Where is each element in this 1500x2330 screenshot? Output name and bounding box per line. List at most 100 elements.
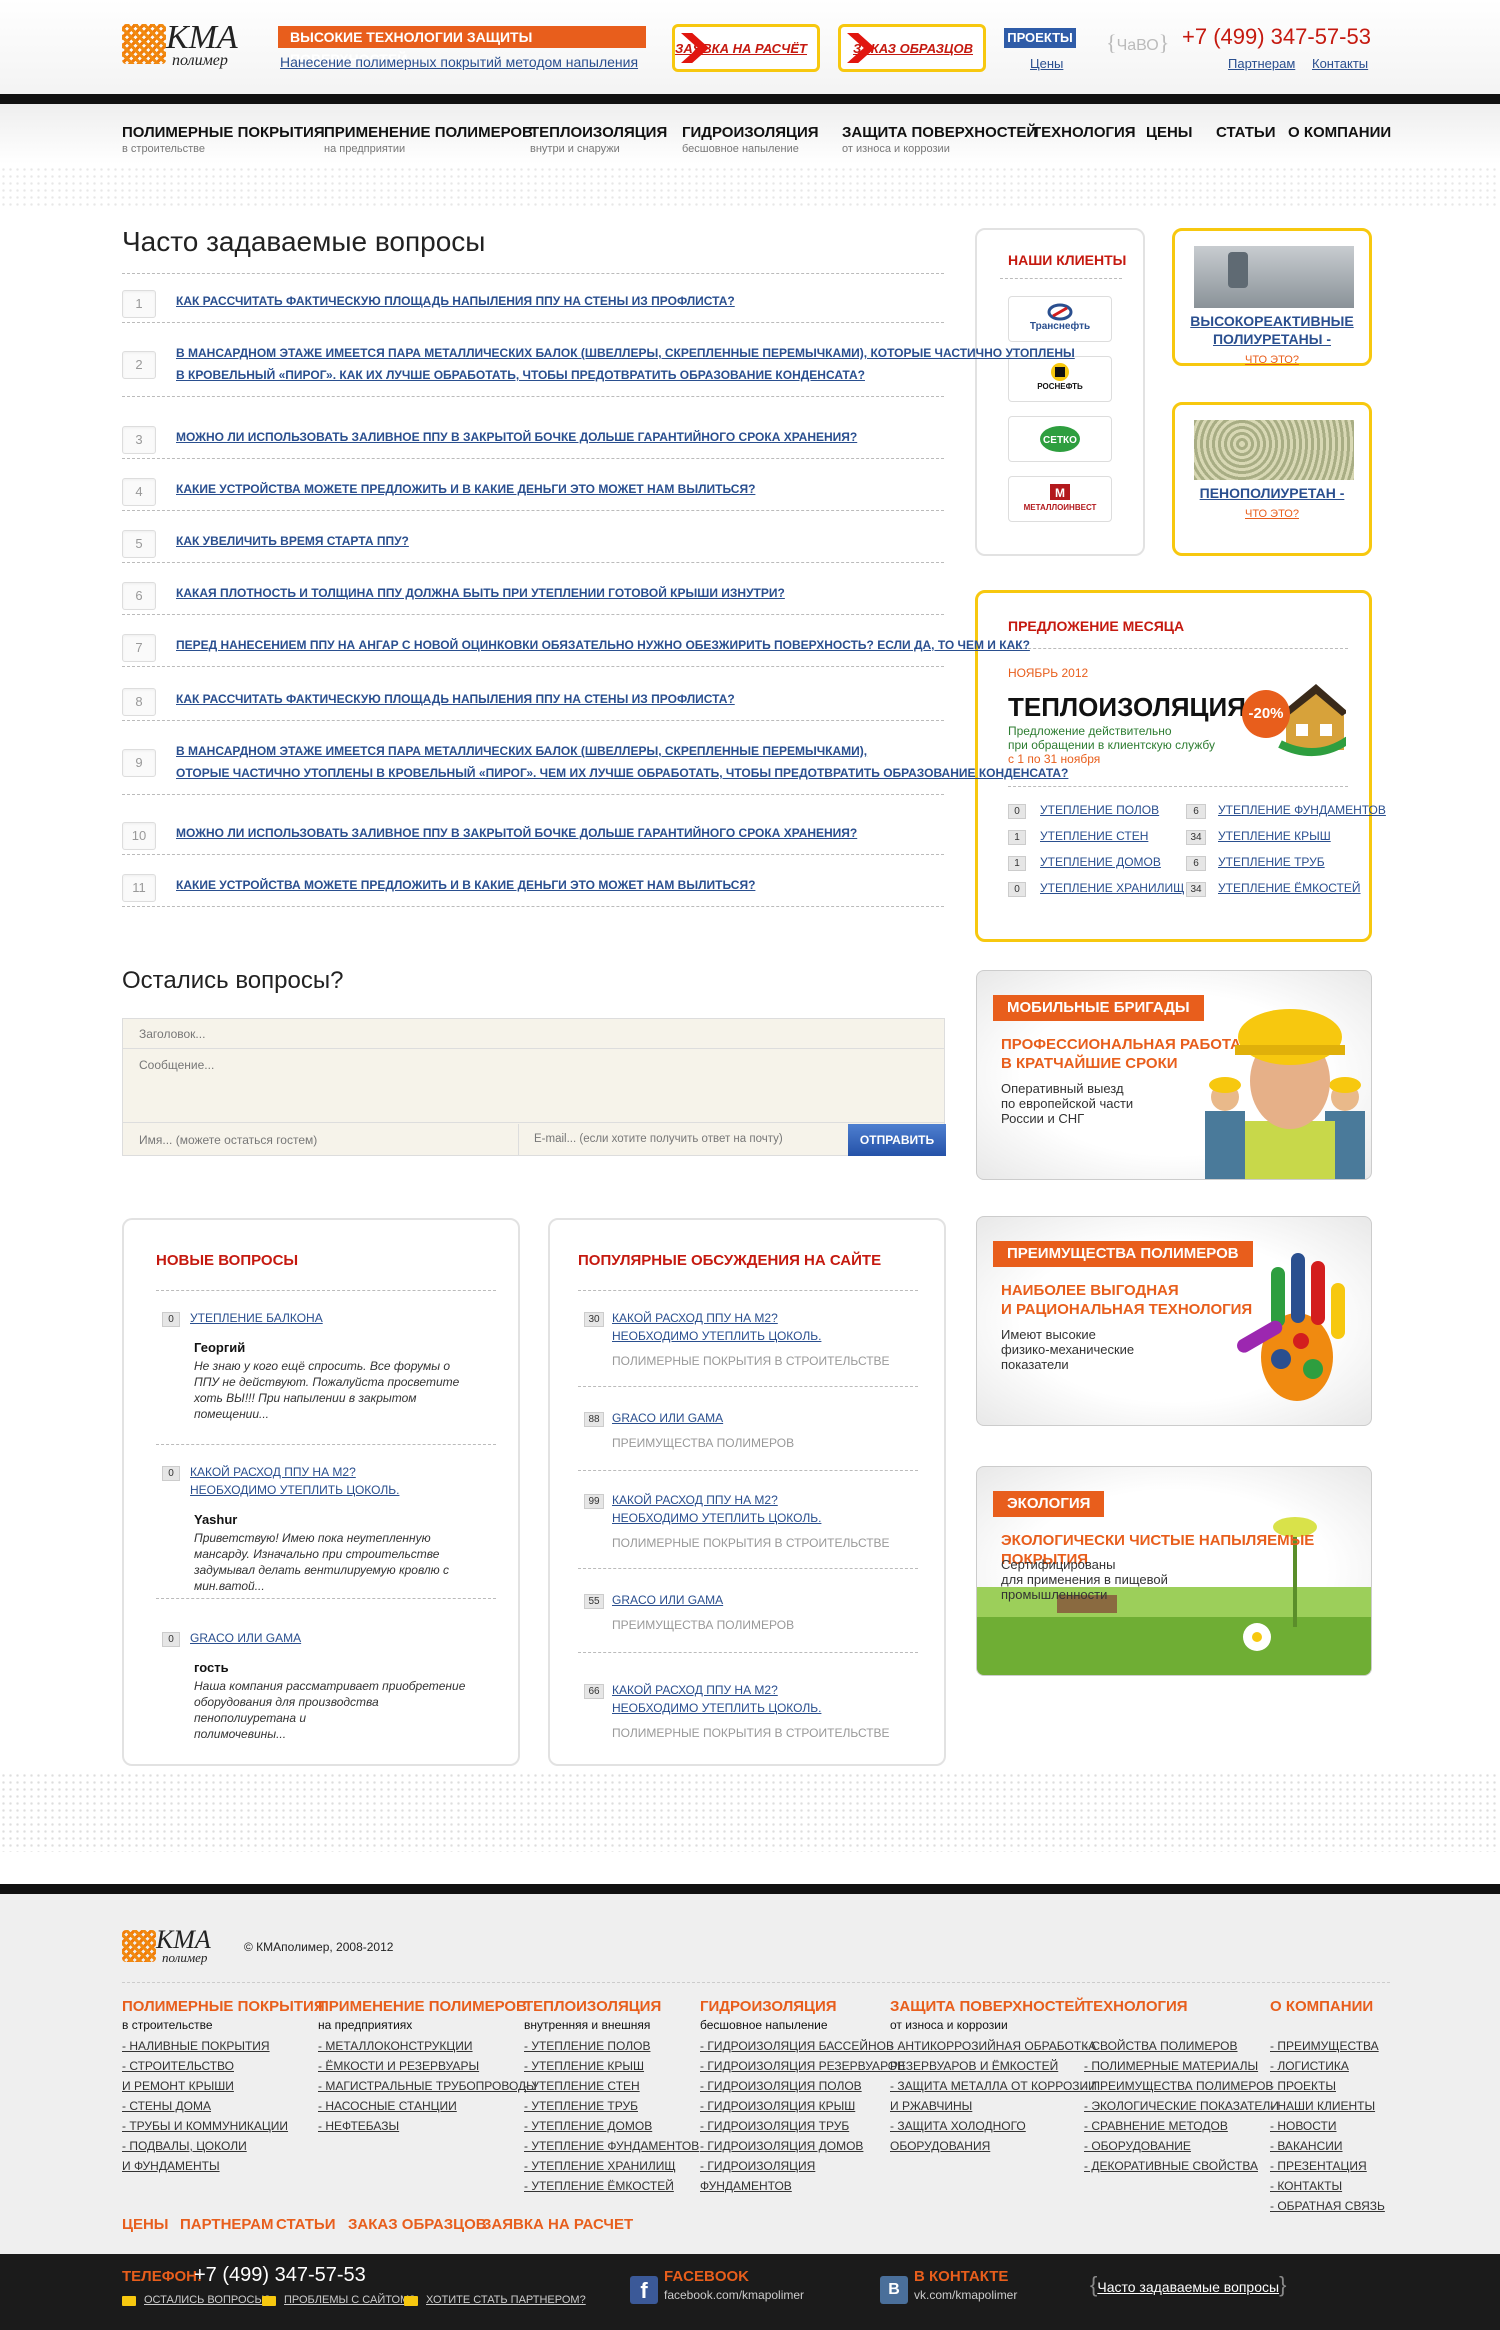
footer-link[interactable]: - ГИДРОИЗОЛЯЦИЯ [700, 2156, 815, 2176]
product-title-polyurethanes[interactable]: ВЫСОКОРЕАКТИВНЫЕ ПОЛИУРЕТАНЫ - [1180, 312, 1364, 348]
discussion-link-line2[interactable]: НЕОБХОДИМО УТЕПЛИТЬ ЦОКОЛЬ. [612, 1510, 821, 1527]
footer-link[interactable]: - ТРУБЫ И КОММУНИКАЦИИ [122, 2116, 288, 2136]
nav-item-waterproofing[interactable]: ГИДРОИЗОЛЯЦИЯ бесшовное напыление [682, 124, 819, 155]
faq-link[interactable]: {ЧаВО} [1106, 30, 1169, 56]
footer-link[interactable]: - ЗАЩИТА ХОЛОДНОГО [890, 2116, 1026, 2136]
offer-link[interactable]: УТЕПЛЕНИЕ СТЕН [1040, 828, 1148, 845]
footer-link[interactable]: - ГИДРОИЗОЛЯЦИЯ ТРУБ [700, 2116, 849, 2136]
footer-mail-link[interactable]: ОСТАЛИСЬ ВОПРОСЫ? [144, 2294, 270, 2306]
discussion-category[interactable]: ПОЛИМЕРНЫЕ ПОКРЫТИЯ В СТРОИТЕЛЬСТВЕ [612, 1536, 890, 1550]
footer-link[interactable]: - АНТИКОРРОЗИЙНАЯ ОБРАБОТКА [890, 2036, 1096, 2056]
footer-link[interactable]: - НАЛИВНЫЕ ПОКРЫТИЯ [122, 2036, 270, 2056]
slogan-link[interactable]: Нанесение полимерных покрытий методом на… [280, 54, 638, 70]
vk-icon[interactable]: В [880, 2276, 908, 2304]
footer-bottom-link[interactable]: ЦЕНЫ [122, 2216, 168, 2233]
footer-link[interactable]: - МАГИСТРАЛЬНЫЕ ТРУБОПРОВОДЫ [318, 2076, 537, 2096]
faq-question-link[interactable]: МОЖНО ЛИ ИСПОЛЬЗОВАТЬ ЗАЛИВНОЕ ППУ В ЗАК… [176, 426, 857, 449]
discussion-link[interactable]: КАКОЙ РАСХОД ППУ НА М2? [612, 1492, 778, 1509]
footer-link[interactable]: - УТЕПЛЕНИЕ ЁМКОСТЕЙ [524, 2176, 674, 2196]
footer-link[interactable]: - СВОЙСТВА ПОЛИМЕРОВ [1084, 2036, 1238, 2056]
samples-button[interactable]: ЗАКАЗ ОБРАЗЦОВ [838, 24, 986, 72]
footer-column-heading[interactable]: О КОМПАНИИ [1270, 1998, 1373, 2015]
offer-link[interactable]: УТЕПЛЕНИЕ ХРАНИЛИЩ [1040, 880, 1184, 897]
facebook-url[interactable]: facebook.com/kmapolimer [664, 2288, 804, 2302]
footer-mail-link[interactable]: ПРОБЛЕМЫ С САЙТОМ? [284, 2294, 415, 2306]
promo-polymer-advantages[interactable]: ПРЕИМУЩЕСТВА ПОЛИМЕРОВ НАИБОЛЕЕ ВЫГОДНАЯ… [976, 1216, 1372, 1426]
nav-item-coatings[interactable]: ПОЛИМЕРНЫЕ ПОКРЫТИЯ в строительстве [122, 124, 325, 155]
footer-bottom-link[interactable]: СТАТЬИ [276, 2216, 336, 2233]
footer-column-heading[interactable]: ПРИМЕНЕНИЕ ПОЛИМЕРОВ [318, 1998, 527, 2015]
footer-link[interactable]: - УТЕПЛЕНИЕ КРЫШ [524, 2056, 644, 2076]
nav-item-company[interactable]: О КОМПАНИИ [1288, 124, 1391, 141]
footer-link[interactable]: - ОБРАТНАЯ СВЯЗЬ [1270, 2196, 1385, 2216]
footer-link[interactable]: - СТЕНЫ ДОМА [122, 2096, 211, 2116]
footer-link[interactable]: - ЭКОЛОГИЧЕСКИЕ ПОКАЗАТЕЛИ [1084, 2096, 1279, 2116]
question-link[interactable]: УТЕПЛЕНИЕ БАЛКОНА [190, 1310, 323, 1327]
nav-item-polymers[interactable]: ПРИМЕНЕНИЕ ПОЛИМЕРОВ на предприятии [324, 124, 533, 155]
footer-link[interactable]: - УТЕПЛЕНИЕ ТРУБ [524, 2096, 638, 2116]
discussion-category[interactable]: ПОЛИМЕРНЫЕ ПОКРЫТИЯ В СТРОИТЕЛЬСТВЕ [612, 1726, 890, 1740]
footer-link[interactable]: - ОБОРУДОВАНИЕ [1084, 2136, 1191, 2156]
question-link-line2[interactable]: НЕОБХОДИМО УТЕПЛИТЬ ЦОКОЛЬ. [190, 1482, 399, 1499]
footer-link[interactable]: - МЕТАЛЛОКОНСТРУКЦИИ [318, 2036, 473, 2056]
name-field[interactable]: Имя... (можете остаться гостем) [123, 1124, 519, 1156]
subject-field[interactable]: Заголовок... [123, 1019, 944, 1049]
faq-question-link[interactable]: КАКИЕ УСТРОЙСТВА МОЖЕТЕ ПРЕДЛОЖИТЬ И В К… [176, 874, 755, 897]
footer-link[interactable]: - ГИДРОИЗОЛЯЦИЯ ПОЛОВ [700, 2076, 862, 2096]
footer-link[interactable]: - ЁМКОСТИ И РЕЗЕРВУАРЫ [318, 2056, 479, 2076]
footer-link[interactable]: - УТЕПЛЕНИЕ СТЕН [524, 2076, 640, 2096]
footer-link[interactable]: - НОВОСТИ [1270, 2116, 1337, 2136]
footer-link[interactable]: - СРАВНЕНИЕ МЕТОДОВ [1084, 2116, 1228, 2136]
footer-link[interactable]: - ПРЕИМУЩЕСТВА ПОЛИМЕРОВ [1084, 2076, 1273, 2096]
discussion-link[interactable]: GRACO ИЛИ GAMA [612, 1410, 723, 1427]
partners-link[interactable]: Партнерам [1228, 56, 1295, 71]
vk-url[interactable]: vk.com/kmapolimer [914, 2288, 1017, 2302]
faq-question-link[interactable]: КАКИЕ УСТРОЙСТВА МОЖЕТЕ ПРЕДЛОЖИТЬ И В К… [176, 478, 755, 501]
discussion-link-line2[interactable]: НЕОБХОДИМО УТЕПЛИТЬ ЦОКОЛЬ. [612, 1328, 821, 1345]
footer-column-heading[interactable]: ЗАЩИТА ПОВЕРХНОСТЕЙ [890, 1998, 1085, 2015]
faq-question-link-line2[interactable]: ОТОРЫЕ ЧАСТИЧНО УТОПЛЕНЫ В КРОВЕЛЬНЫЙ «П… [176, 762, 1068, 785]
faq-question-link[interactable]: ПЕРЕД НАНЕСЕНИЕМ ППУ НА АНГАР С НОВОЙ ОЦ… [176, 634, 1030, 657]
footer-bottom-link[interactable]: ЗАКАЗ ОБРАЗЦОВ [348, 2216, 487, 2233]
vk-title[interactable]: В КОНТАКТЕ [914, 2268, 1008, 2285]
footer-link[interactable]: - ГИДРОИЗОЛЯЦИЯ РЕЗЕРВУАРОВ [700, 2056, 905, 2076]
footer-link[interactable]: - ПОЛИМЕРНЫЕ МАТЕРИАЛЫ [1084, 2056, 1258, 2076]
footer-link[interactable]: - ГИДРОИЗОЛЯЦИЯ ДОМОВ [700, 2136, 863, 2156]
footer-link[interactable]: - НЕФТЕБАЗЫ [318, 2116, 399, 2136]
footer-link[interactable]: - ПОДВАЛЫ, ЦОКОЛИ [122, 2136, 247, 2156]
footer-link[interactable]: - УТЕПЛЕНИЕ ХРАНИЛИЩ [524, 2156, 676, 2176]
discussion-link[interactable]: GRACO ИЛИ GAMA [612, 1592, 723, 1609]
footer-column-heading[interactable]: ТЕПЛОИЗОЛЯЦИЯ [524, 1998, 661, 2015]
question-link[interactable]: КАКОЙ РАСХОД ППУ НА М2? [190, 1464, 356, 1481]
footer-column-heading[interactable]: ТЕХНОЛОГИЯ [1084, 1998, 1188, 2015]
footer-bottom-link[interactable]: ПАРТНЕРАМ [180, 2216, 273, 2233]
faq-question-link[interactable]: КАК РАССЧИТАТЬ ФАКТИЧЕСКУЮ ПЛОЩАДЬ НАПЫЛ… [176, 290, 735, 313]
product-link-polyurethanes[interactable]: ЧТО ЭТО? [1180, 354, 1364, 366]
footer-link[interactable]: - ПРЕИМУЩЕСТВА [1270, 2036, 1379, 2056]
footer-column-heading[interactable]: ПОЛИМЕРНЫЕ ПОКРЫТИЯ [122, 1998, 325, 2015]
offer-link[interactable]: УТЕПЛЕНИЕ ЁМКОСТЕЙ [1218, 880, 1361, 897]
product-title-ppu[interactable]: ПЕНОПОЛИУРЕТАН - [1180, 485, 1364, 501]
prices-link[interactable]: Цены [1030, 56, 1063, 71]
footer-link[interactable]: ФУНДАМЕНТОВ [700, 2176, 792, 2196]
faq-question-link[interactable]: В МАНСАРДНОМ ЭТАЖЕ ИМЕЕТСЯ ПАРА МЕТАЛЛИЧ… [176, 740, 867, 763]
footer-link[interactable]: И ФУНДАМЕНТЫ [122, 2156, 220, 2176]
footer-link[interactable]: - НАШИ КЛИЕНТЫ [1270, 2096, 1375, 2116]
facebook-icon[interactable]: f [630, 2276, 658, 2304]
projects-button[interactable]: ПРОЕКТЫ [1004, 28, 1076, 48]
nav-item-insulation[interactable]: ТЕПЛОИЗОЛЯЦИЯ внутри и снаружи [530, 124, 667, 155]
nav-item-technology[interactable]: ТЕХНОЛОГИЯ [1032, 124, 1136, 141]
footer-link[interactable]: - УТЕПЛЕНИЕ ФУНДАМЕНТОВ [524, 2136, 699, 2156]
footer-link[interactable]: - КОНТАКТЫ [1270, 2176, 1342, 2196]
offer-link[interactable]: УТЕПЛЕНИЕ ПОЛОВ [1040, 802, 1159, 819]
discussion-category[interactable]: ПРЕИМУЩЕСТВА ПОЛИМЕРОВ [612, 1436, 794, 1450]
faq-question-link[interactable]: КАК РАССЧИТАТЬ ФАКТИЧЕСКУЮ ПЛОЩАДЬ НАПЫЛ… [176, 688, 735, 711]
discussion-link[interactable]: КАКОЙ РАСХОД ППУ НА М2? [612, 1310, 778, 1327]
footer-link[interactable]: - ГИДРОИЗОЛЯЦИЯ КРЫШ [700, 2096, 855, 2116]
offer-link[interactable]: УТЕПЛЕНИЕ КРЫШ [1218, 828, 1331, 845]
footer-column-heading[interactable]: ГИДРОИЗОЛЯЦИЯ [700, 1998, 837, 2015]
contacts-link[interactable]: Контакты [1312, 56, 1368, 71]
faq-question-link[interactable]: МОЖНО ЛИ ИСПОЛЬЗОВАТЬ ЗАЛИВНОЕ ППУ В ЗАК… [176, 822, 857, 845]
footer-link[interactable]: И РЖАВЧИНЫ [890, 2096, 972, 2116]
footer-link[interactable]: - ВАКАНСИИ [1270, 2136, 1343, 2156]
